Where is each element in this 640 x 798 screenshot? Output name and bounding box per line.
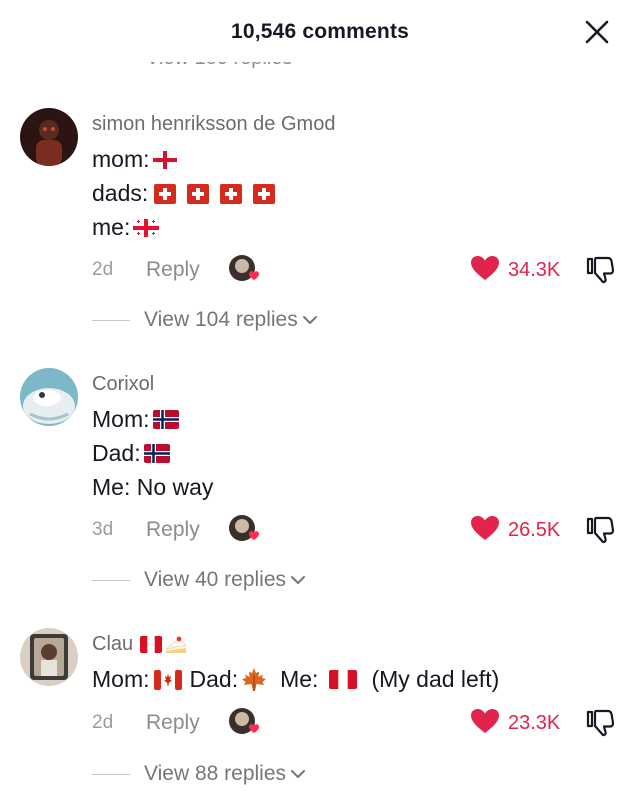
comment-username[interactable]: Clau (92, 633, 133, 656)
dislike-icon[interactable] (584, 707, 616, 739)
norway-flag-icon (143, 444, 170, 463)
avatar[interactable] (20, 108, 78, 166)
georgia-flag-icon (133, 218, 160, 237)
cake-slice-icon (164, 635, 188, 655)
reply-button[interactable]: Reply (146, 518, 200, 542)
chevron-down-icon (302, 314, 318, 326)
like-count: 26.5K (508, 518, 561, 541)
switzerland-flag-icon (154, 183, 177, 204)
view-replies-button[interactable]: View 40 replies (92, 568, 306, 592)
comment-text-line: Mom: Dad: Me: (My dad left) (92, 666, 499, 693)
replies-divider (92, 773, 130, 775)
england-flag-icon (152, 150, 177, 169)
comment-text: Me: No way (92, 474, 214, 500)
like-button[interactable]: 23.3K (470, 707, 560, 739)
creator-liked-icon (227, 252, 261, 286)
comments-count-title: 10,546 comments (230, 20, 410, 43)
peru-flag-icon (329, 670, 358, 689)
comment-text: dads: (92, 180, 149, 206)
canada-flag-icon (153, 669, 182, 690)
norway-flag-icon (152, 410, 179, 429)
comment-username[interactable]: simon henriksson de Gmod (92, 113, 335, 136)
creator-liked-icon (227, 705, 261, 739)
comment-timestamp: 2d (92, 712, 114, 733)
comment-timestamp: 3d (92, 519, 114, 540)
maple-leaf-icon (240, 667, 268, 693)
reply-button[interactable]: Reply (146, 258, 200, 282)
replies-divider (92, 579, 130, 581)
heart-icon (470, 515, 500, 546)
like-button[interactable]: 26.5K (470, 514, 560, 546)
view-replies-button[interactable]: View 104 replies (92, 308, 318, 332)
avatar[interactable] (20, 368, 78, 426)
comment-text: Me: (280, 666, 319, 692)
chevron-down-icon (290, 768, 306, 780)
dislike-icon[interactable] (584, 514, 616, 546)
comment-text-line: dads: (92, 180, 276, 207)
comment-text: Mom: (92, 666, 150, 692)
comment-text: mom: (92, 146, 150, 172)
comment-text-line: Me: No way (92, 474, 213, 501)
replies-divider (92, 319, 130, 321)
view-replies-button[interactable]: View 88 replies (92, 762, 306, 786)
comment-text: Mom: (92, 406, 150, 432)
like-button[interactable]: 34.3K (470, 254, 560, 286)
switzerland-flag-icon (220, 183, 243, 204)
view-replies-label: View 88 replies (144, 762, 287, 785)
switzerland-flag-icon (253, 183, 276, 204)
comment-text-line: me: (92, 214, 160, 241)
comment-username-row: Clau (92, 633, 188, 656)
like-count: 34.3K (508, 258, 561, 281)
avatar[interactable] (20, 628, 78, 686)
dislike-icon[interactable] (584, 254, 616, 286)
comment-text-line: Mom: (92, 406, 179, 433)
comment-text-line: mom: (92, 146, 177, 173)
comment-timestamp: 2d (92, 259, 114, 280)
comment-text: me: (92, 214, 131, 240)
view-replies-label: View 40 replies (144, 568, 287, 591)
comment-text: Dad: (189, 666, 239, 692)
close-icon[interactable] (582, 17, 612, 47)
chevron-down-icon (290, 574, 306, 586)
view-replies-label: View 104 replies (144, 308, 298, 331)
comments-header: 10,546 comments (0, 0, 640, 62)
like-count: 23.3K (508, 711, 561, 734)
reply-button[interactable]: Reply (146, 711, 200, 735)
switzerland-flag-icon (187, 183, 210, 204)
peru-flag-icon (140, 636, 163, 653)
comment-username[interactable]: Corixol (92, 373, 154, 396)
creator-liked-icon (227, 512, 261, 546)
heart-icon (470, 708, 500, 739)
comment-text: (My dad left) (371, 666, 500, 692)
heart-icon (470, 255, 500, 286)
comment-text-line: Dad: (92, 440, 170, 467)
comment-text: Dad: (92, 440, 141, 466)
